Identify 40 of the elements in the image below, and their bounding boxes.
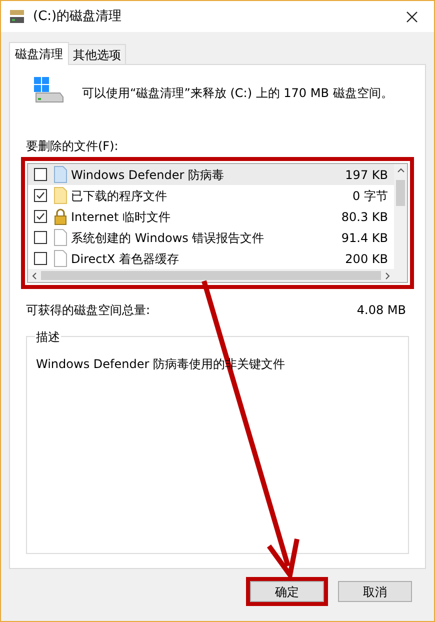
lock-icon [54,208,67,225]
scroll-right-icon[interactable] [385,272,390,280]
intro-text: 可以使用“磁盘清理”来释放 (C:) 上的 170 MB 磁盘空间。 [82,85,393,102]
scroll-left-icon[interactable] [32,272,37,280]
file-size: 197 KB [345,166,388,184]
total-label: 可获得的磁盘空间总量: [26,302,150,319]
vertical-scrollbar[interactable] [394,164,407,269]
file-size: 91.4 KB [341,230,388,246]
file-name: 系统创建的 Windows 错误报告文件 [71,230,266,246]
total-value: 4.08 MB [356,302,406,319]
files-label: 要删除的文件(F): [26,138,120,155]
checkbox[interactable] [34,168,47,181]
file-size: 0 字节 [352,188,388,204]
checkbox[interactable] [34,252,47,265]
dialog-button[interactable]: 取消 [338,581,412,602]
file-name: DirectX 着色器缓存 [71,250,180,268]
close-icon[interactable] [406,10,418,22]
tab[interactable]: 磁盘清理 [9,42,69,65]
scroll-up-icon[interactable] [396,168,404,173]
drive-icon [34,77,64,103]
checkbox[interactable] [34,189,47,202]
horizontal-scrollbar[interactable] [28,269,407,282]
checkbox[interactable] [34,231,47,244]
tab[interactable]: 其他选项 [69,44,126,64]
file-size: 80.3 KB [341,208,388,226]
checkbox[interactable] [34,210,47,223]
dialog-button[interactable]: 确定 [250,581,324,602]
file-size: 200 KB [345,250,388,268]
description-title: 描述 [35,328,61,346]
file-name: Windows Defender 防病毒 [71,166,225,184]
file-name: 已下载的程序文件 [71,188,168,204]
folder-icon [54,187,67,204]
window-title: (C:)的磁盘清理 [33,8,123,26]
document-icon [54,166,67,183]
file-name: Internet 临时文件 [71,208,172,226]
scroll-thumb[interactable] [396,180,405,206]
document-icon [54,250,67,267]
drive-icon [9,10,25,24]
document-icon [54,229,67,246]
file-row[interactable]: Windows Defender 防病毒 197 KB [28,164,394,185]
